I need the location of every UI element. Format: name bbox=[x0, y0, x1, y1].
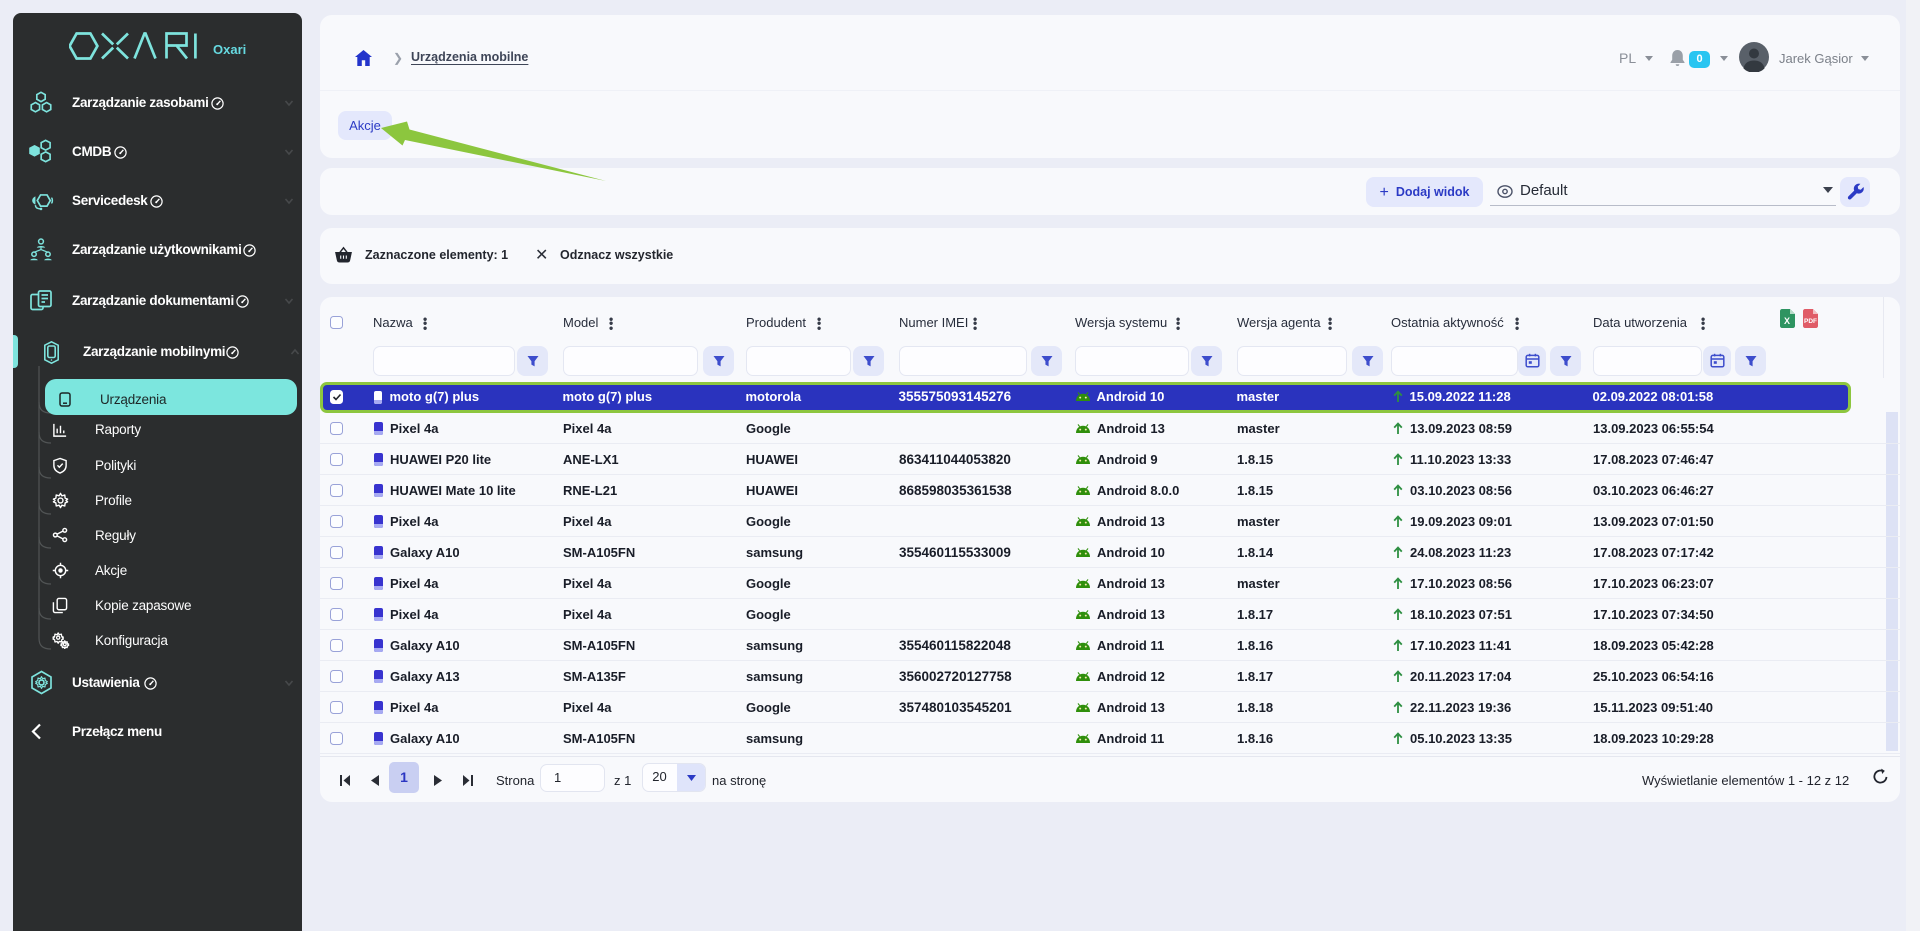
svg-text:PDF: PDF bbox=[1804, 318, 1817, 325]
svg-text:X: X bbox=[1784, 316, 1790, 326]
